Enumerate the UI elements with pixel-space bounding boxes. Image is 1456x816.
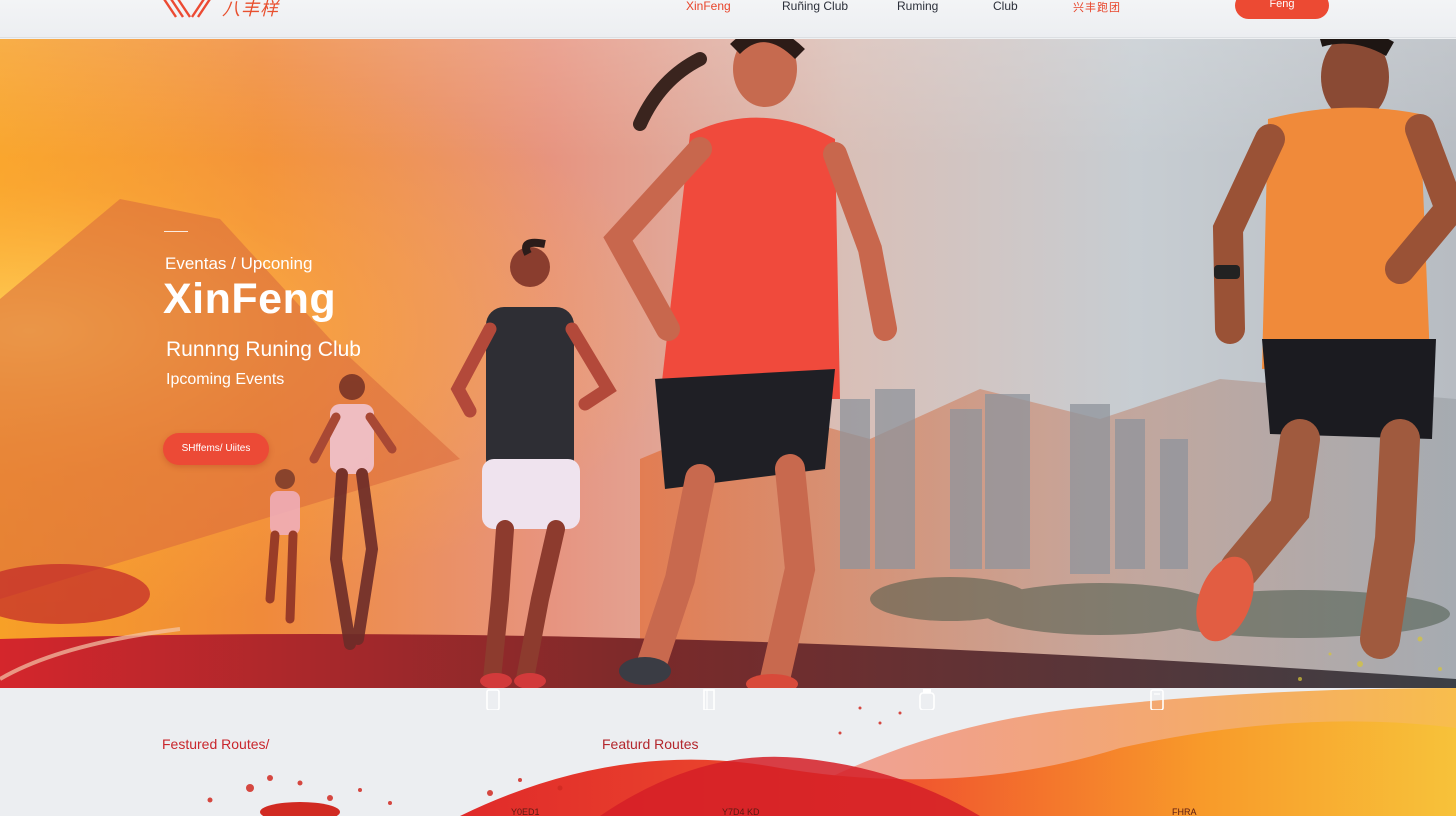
nav-item-running-club[interactable]: Ruñing Club [782,0,848,13]
nav-item-running[interactable]: Ruming [897,0,938,13]
route-label-4: FHRA [1172,807,1197,816]
nav-item-xinfeng[interactable]: XinFeng [686,0,731,13]
hero-divider [164,231,188,232]
door-icon[interactable] [698,688,720,710]
phone-icon[interactable] [482,688,504,710]
route-label-2: Y7D4 KD [722,807,760,816]
brand-logo[interactable]: 八丰样 [162,0,279,20]
hero-kicker: Eventas / Upconing [165,254,313,273]
bottle-icon[interactable] [916,688,938,710]
route-label-1: Y0ED1 [511,807,540,816]
runners-hero-image [0,39,1456,688]
nav-item-club[interactable]: Club [993,0,1018,13]
brand-name: 八丰样 [222,0,279,20]
join-button[interactable]: Feng [1235,0,1329,19]
hero-cta-button[interactable]: SHffems/ Uiites [163,433,269,465]
featured-wave-art [207,688,1456,816]
phone-icon[interactable] [1146,688,1168,710]
running-stripes-icon [163,0,211,18]
nav-item-chinese[interactable]: 兴丰跑团 [1073,0,1121,15]
featured-routes-section: Festured Routes/ Featurd Routes Y0ED1 Y7… [0,688,1456,816]
hero-banner: Eventas / Upconing XinFeng Runnng Runing… [0,39,1456,688]
top-navigation: 八丰样 XinFeng Ruñing Club Ruming Club 兴丰跑团… [0,0,1456,38]
hero-tagline: Ipcoming Events [166,371,285,388]
hero-subtitle: Runnng Runing Club [166,338,361,361]
featured-routes-title-left: Festured Routes/ [162,736,270,752]
hero-title: XinFeng [163,275,337,323]
featured-routes-title-right: Featurd Routes [602,736,699,752]
